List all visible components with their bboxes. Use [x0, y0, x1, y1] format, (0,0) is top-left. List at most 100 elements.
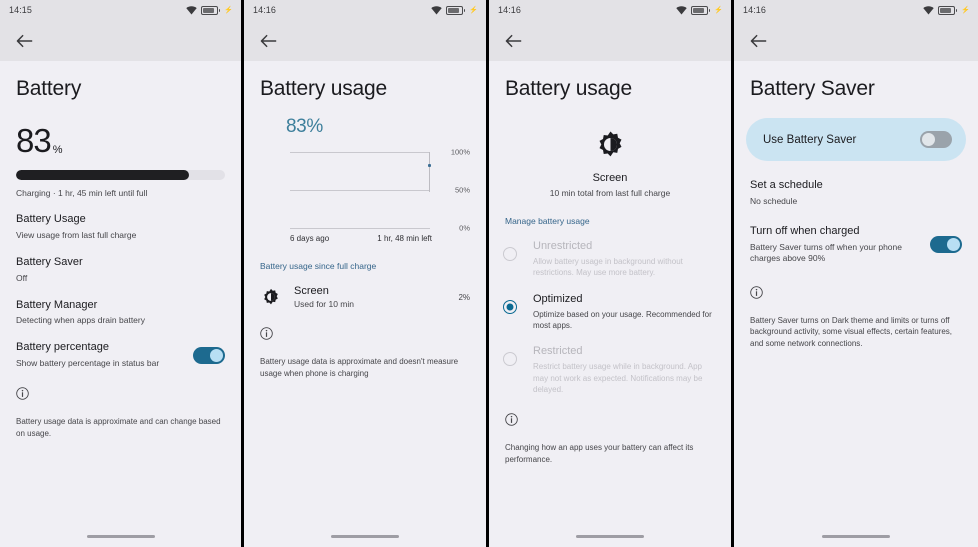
battery-level-text: 83% [286, 116, 323, 138]
battery-level-symbol: % [52, 144, 63, 157]
footer-info: Battery usage data is approximate and ca… [0, 369, 241, 439]
gesture-nav-pill[interactable] [576, 535, 644, 538]
item-subtitle: Detecting when apps drain battery [16, 315, 145, 326]
use-battery-saver-label: Use Battery Saver [763, 133, 857, 146]
screen-content: Battery usage 83% 100% 50% 0% 6 days ago… [244, 61, 486, 547]
status-bar: 14:16 ⚡ [244, 0, 486, 20]
item-title: Set a schedule [750, 179, 823, 192]
app-bar [489, 20, 731, 61]
gridline-100 [290, 152, 430, 154]
option-unrestricted[interactable]: Unrestricted Allow battery usage in back… [489, 226, 731, 279]
charging-bolt-icon: ⚡ [961, 6, 970, 14]
page-title: Battery Saver [750, 77, 875, 100]
app-bar [0, 20, 241, 61]
page-title: Battery usage [260, 77, 387, 100]
status-bar-clock: 14:16 [743, 5, 767, 15]
back-arrow-icon[interactable] [502, 30, 524, 52]
radio-restricted[interactable] [503, 352, 517, 367]
screen-content: Battery 83 % Charging · 1 hr, 45 min lef… [0, 61, 241, 547]
chart-x-axis-labels: 6 days ago 1 hr, 48 min left [290, 234, 432, 243]
app-usage-row-screen[interactable]: Screen Used for 10 min 2% [244, 271, 486, 309]
app-usage-time: Used for 10 min [294, 299, 354, 310]
page-title: Battery [16, 77, 82, 100]
status-bar-clock: 14:15 [9, 5, 33, 15]
chart-current-line [429, 152, 430, 193]
back-arrow-icon[interactable] [13, 30, 35, 52]
settings-item-battery-manager[interactable]: Battery Manager Detecting when apps drai… [0, 284, 241, 327]
brightness-screen-icon [596, 130, 625, 164]
settings-item-battery-usage[interactable]: Battery Usage View usage from last full … [0, 198, 241, 241]
screen-content: Battery Saver Use Battery Saver Set a sc… [734, 61, 978, 547]
footer-info-text: Battery Saver turns on Dark theme and li… [750, 315, 953, 348]
battery-usage-since-full-charge-link[interactable]: Battery usage since full charge [244, 243, 486, 271]
battery-level-number: 83 [16, 122, 52, 160]
status-bar-icons: ⚡ [186, 5, 233, 15]
info-icon [750, 285, 763, 303]
turn-off-when-charged-toggle[interactable] [930, 235, 962, 253]
footer-info: Battery usage data is approximate and do… [244, 309, 486, 379]
option-restricted[interactable]: Restricted Restrict battery usage while … [489, 331, 731, 395]
axis-tick-100: 100% [450, 147, 470, 157]
settings-item-set-a-schedule[interactable]: Set a schedule No schedule [734, 161, 978, 207]
option-description: Allow battery usage in background withou… [533, 257, 683, 278]
charging-bolt-icon: ⚡ [469, 6, 478, 14]
option-title: Unrestricted [533, 240, 593, 253]
wifi-icon [676, 5, 687, 15]
status-bar-clock: 14:16 [498, 5, 522, 15]
app-name: Screen [294, 285, 329, 298]
wifi-icon [186, 5, 197, 15]
settings-item-battery-saver[interactable]: Battery Saver Off [0, 241, 241, 284]
item-subtitle: Battery Saver turns off when your phone … [750, 241, 902, 263]
axis-tick-50: 50% [454, 185, 470, 195]
app-bar [244, 20, 486, 61]
use-battery-saver-toggle[interactable] [920, 131, 952, 149]
battery-level-display: 83 % [0, 100, 241, 157]
back-arrow-icon[interactable] [747, 30, 769, 52]
brightness-screen-icon [260, 288, 282, 306]
screenshot-collage: 14:15 ⚡ Battery 83 % Charging · 1 hr, 45… [0, 0, 978, 547]
info-icon [16, 387, 29, 404]
chart-current-point [428, 163, 431, 167]
radio-optimized[interactable] [503, 299, 517, 314]
info-icon [505, 413, 518, 430]
back-arrow-icon[interactable] [257, 30, 279, 52]
status-bar-icons: ⚡ [431, 5, 478, 15]
settings-item-turn-off-when-charged[interactable]: Turn off when charged Battery Saver turn… [734, 207, 978, 264]
status-bar-icons: ⚡ [923, 5, 970, 15]
gesture-nav-pill[interactable] [822, 535, 890, 538]
app-name: Screen [592, 172, 628, 185]
use-battery-saver-card[interactable]: Use Battery Saver [746, 118, 966, 162]
chart-xlabel-left: 6 days ago [290, 234, 330, 244]
gesture-nav-pill[interactable] [86, 535, 155, 538]
status-bar-clock: 14:16 [253, 5, 277, 15]
option-title: Restricted [533, 345, 583, 358]
gesture-nav-pill[interactable] [331, 535, 399, 538]
item-subtitle: View usage from last full charge [16, 229, 137, 240]
option-optimized[interactable]: Optimized Optimize based on your usage. … [489, 279, 731, 332]
item-subtitle: Show battery percentage in status bar [16, 358, 160, 369]
item-title: Battery Saver [16, 255, 83, 268]
battery-icon [446, 5, 466, 15]
chart-xlabel-right: 1 hr, 48 min left [377, 234, 432, 244]
footer-info-text: Battery usage data is approximate and do… [260, 357, 459, 378]
app-usage-summary: 10 min total from last full charge [549, 188, 671, 199]
settings-item-battery-percentage[interactable]: Battery percentage Show battery percenta… [0, 326, 241, 369]
radio-unrestricted[interactable] [503, 247, 517, 262]
manage-battery-usage-link[interactable]: Manage battery usage [489, 198, 731, 226]
option-description: Restrict battery usage while in backgrou… [533, 362, 703, 394]
item-title: Battery percentage [16, 341, 109, 354]
battery-level-chart: 100% 50% 0% [290, 148, 470, 233]
app-bar [734, 20, 978, 61]
app-hero: Screen 10 min total from last full charg… [489, 100, 731, 198]
battery-percentage-toggle[interactable] [193, 346, 225, 364]
wifi-icon [431, 5, 442, 15]
item-title: Battery Manager [16, 298, 98, 311]
status-bar: 14:16 ⚡ [734, 0, 978, 20]
footer-info: Battery Saver turns on Dark theme and li… [734, 264, 978, 350]
page-title: Battery usage [505, 77, 632, 100]
battery-progress-fill [16, 170, 190, 181]
charging-status-text: Charging · 1 hr, 45 min left until full [16, 188, 148, 199]
item-title: Battery Usage [16, 213, 86, 226]
screen-content: Battery usage Screen 10 min total from l… [489, 61, 731, 547]
info-icon [260, 327, 273, 344]
